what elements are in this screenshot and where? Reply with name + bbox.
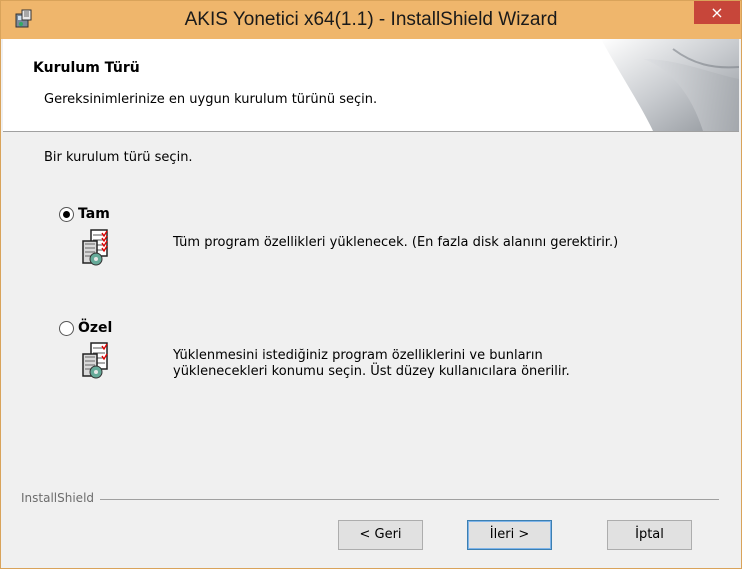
footer-divider	[21, 499, 719, 500]
installshield-brand: InstallShield	[21, 491, 101, 505]
radio-button-custom[interactable]	[59, 320, 74, 336]
setup-type-prompt: Bir kurulum türü seçin.	[44, 150, 193, 165]
title-bar: AKIS Yonetici x64(1.1) - InstallShield W…	[1, 1, 741, 39]
close-icon: ×	[710, 3, 724, 22]
option-custom-description: Yüklenmesini istediğiniz program özellik…	[173, 348, 693, 380]
option-custom-label: Özel	[78, 320, 113, 336]
page-title: Kurulum Türü	[33, 60, 140, 76]
option-full-description: Tüm program özellikleri yüklenecek. (En …	[173, 235, 619, 250]
window-title: AKIS Yonetici x64(1.1) - InstallShield W…	[184, 9, 558, 30]
next-button[interactable]: İleri >	[467, 520, 552, 550]
wizard-content: Bir kurulum türü seçin. Tam Tüm program …	[3, 132, 739, 568]
installer-window: AKIS Yonetici x64(1.1) - InstallShield W…	[0, 0, 742, 569]
option-custom-description-line1: Yüklenmesini istediğiniz program özellik…	[173, 348, 543, 363]
setup-custom-icon	[82, 342, 108, 379]
header-banner-art	[583, 39, 739, 131]
radio-button-full[interactable]	[59, 206, 74, 222]
wizard-header: Kurulum Türü Gereksinimlerinize en uygun…	[3, 39, 739, 132]
setup-full-icon	[82, 229, 108, 266]
option-custom-description-line2: yüklenecekleri konumu seçin. Üst düzey k…	[173, 364, 570, 379]
option-full-label: Tam	[78, 206, 110, 222]
option-full-radio[interactable]: Tam	[59, 206, 110, 222]
cancel-button[interactable]: İptal	[607, 520, 692, 550]
back-button[interactable]: < Geri	[338, 520, 423, 550]
option-custom-radio[interactable]: Özel	[59, 320, 112, 336]
close-button[interactable]: ×	[694, 1, 740, 24]
page-subtitle: Gereksinimlerinize en uygun kurulum türü…	[44, 92, 378, 107]
